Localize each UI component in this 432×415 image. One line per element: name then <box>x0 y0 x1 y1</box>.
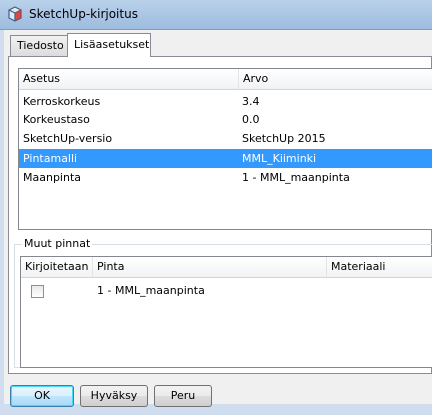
tab-lisaasetukset[interactable]: Lisäasetukset <box>67 33 151 57</box>
sketchup-app-icon <box>8 6 22 22</box>
other-surfaces-list[interactable]: Kirjoitetaan Pinta Materiaali 1 - MML_ma… <box>20 256 432 368</box>
column-header-label: Kirjoitetaan <box>25 260 89 273</box>
column-header-materiaali[interactable]: Materiaali <box>327 257 432 277</box>
setting-value: 1 - MML_maanpinta <box>242 171 350 184</box>
column-header-kirjoitetaan[interactable]: Kirjoitetaan <box>21 257 93 277</box>
settings-row[interactable]: Maanpinta 1 - MML_maanpinta <box>19 168 432 187</box>
surface-row[interactable]: 1 - MML_maanpinta <box>21 281 432 300</box>
setting-name: SketchUp-versio <box>23 132 113 145</box>
title-bar[interactable]: SketchUp-kirjoitus <box>0 0 432 30</box>
list-header: Asetus Arvo <box>19 69 432 90</box>
settings-list[interactable]: Asetus Arvo Kerroskorkeus 3.4 Korkeustas… <box>18 68 432 230</box>
setting-value: 3.4 <box>242 95 260 108</box>
setting-name: Pintamalli <box>23 152 78 165</box>
settings-row-selected[interactable]: Pintamalli MML_Kiiminki <box>19 149 432 168</box>
column-header-arvo[interactable]: Arvo <box>239 69 432 89</box>
settings-row[interactable]: Kerroskorkeus 3.4 <box>19 92 432 111</box>
column-header-label: Materiaali <box>331 260 386 273</box>
setting-name: Korkeustaso <box>23 113 90 126</box>
tab-label: Lisäasetukset <box>74 38 150 51</box>
list-header: Kirjoitetaan Pinta Materiaali <box>21 257 432 278</box>
settings-row[interactable]: Korkeustaso 0.0 <box>19 110 432 129</box>
column-header-label: Arvo <box>243 72 269 85</box>
setting-value: MML_Kiiminki <box>242 152 317 165</box>
setting-name: Maanpinta <box>23 171 82 184</box>
window-title: SketchUp-kirjoitus <box>29 7 138 21</box>
surface-name: 1 - MML_maanpinta <box>97 284 205 297</box>
setting-value: SketchUp 2015 <box>242 132 326 145</box>
column-header-label: Asetus <box>23 72 61 85</box>
tab-tiedosto[interactable]: Tiedosto <box>10 35 68 56</box>
setting-value: 0.0 <box>242 113 260 126</box>
group-label: Muut pinnat <box>22 237 93 250</box>
dialog-window: SketchUp-kirjoitus Tiedosto Lisäasetukse… <box>0 0 432 415</box>
cancel-button[interactable]: Peru <box>154 385 212 407</box>
accept-button[interactable]: Hyväksy <box>80 385 148 407</box>
column-header-label: Pinta <box>97 260 125 273</box>
ok-button[interactable]: OK <box>10 385 74 407</box>
tab-label: Tiedosto <box>17 39 64 52</box>
write-checkbox[interactable] <box>31 285 44 298</box>
setting-name: Kerroskorkeus <box>23 95 101 108</box>
column-header-pinta[interactable]: Pinta <box>93 257 327 277</box>
settings-row[interactable]: SketchUp-versio SketchUp 2015 <box>19 129 432 148</box>
column-header-asetus[interactable]: Asetus <box>19 69 239 89</box>
